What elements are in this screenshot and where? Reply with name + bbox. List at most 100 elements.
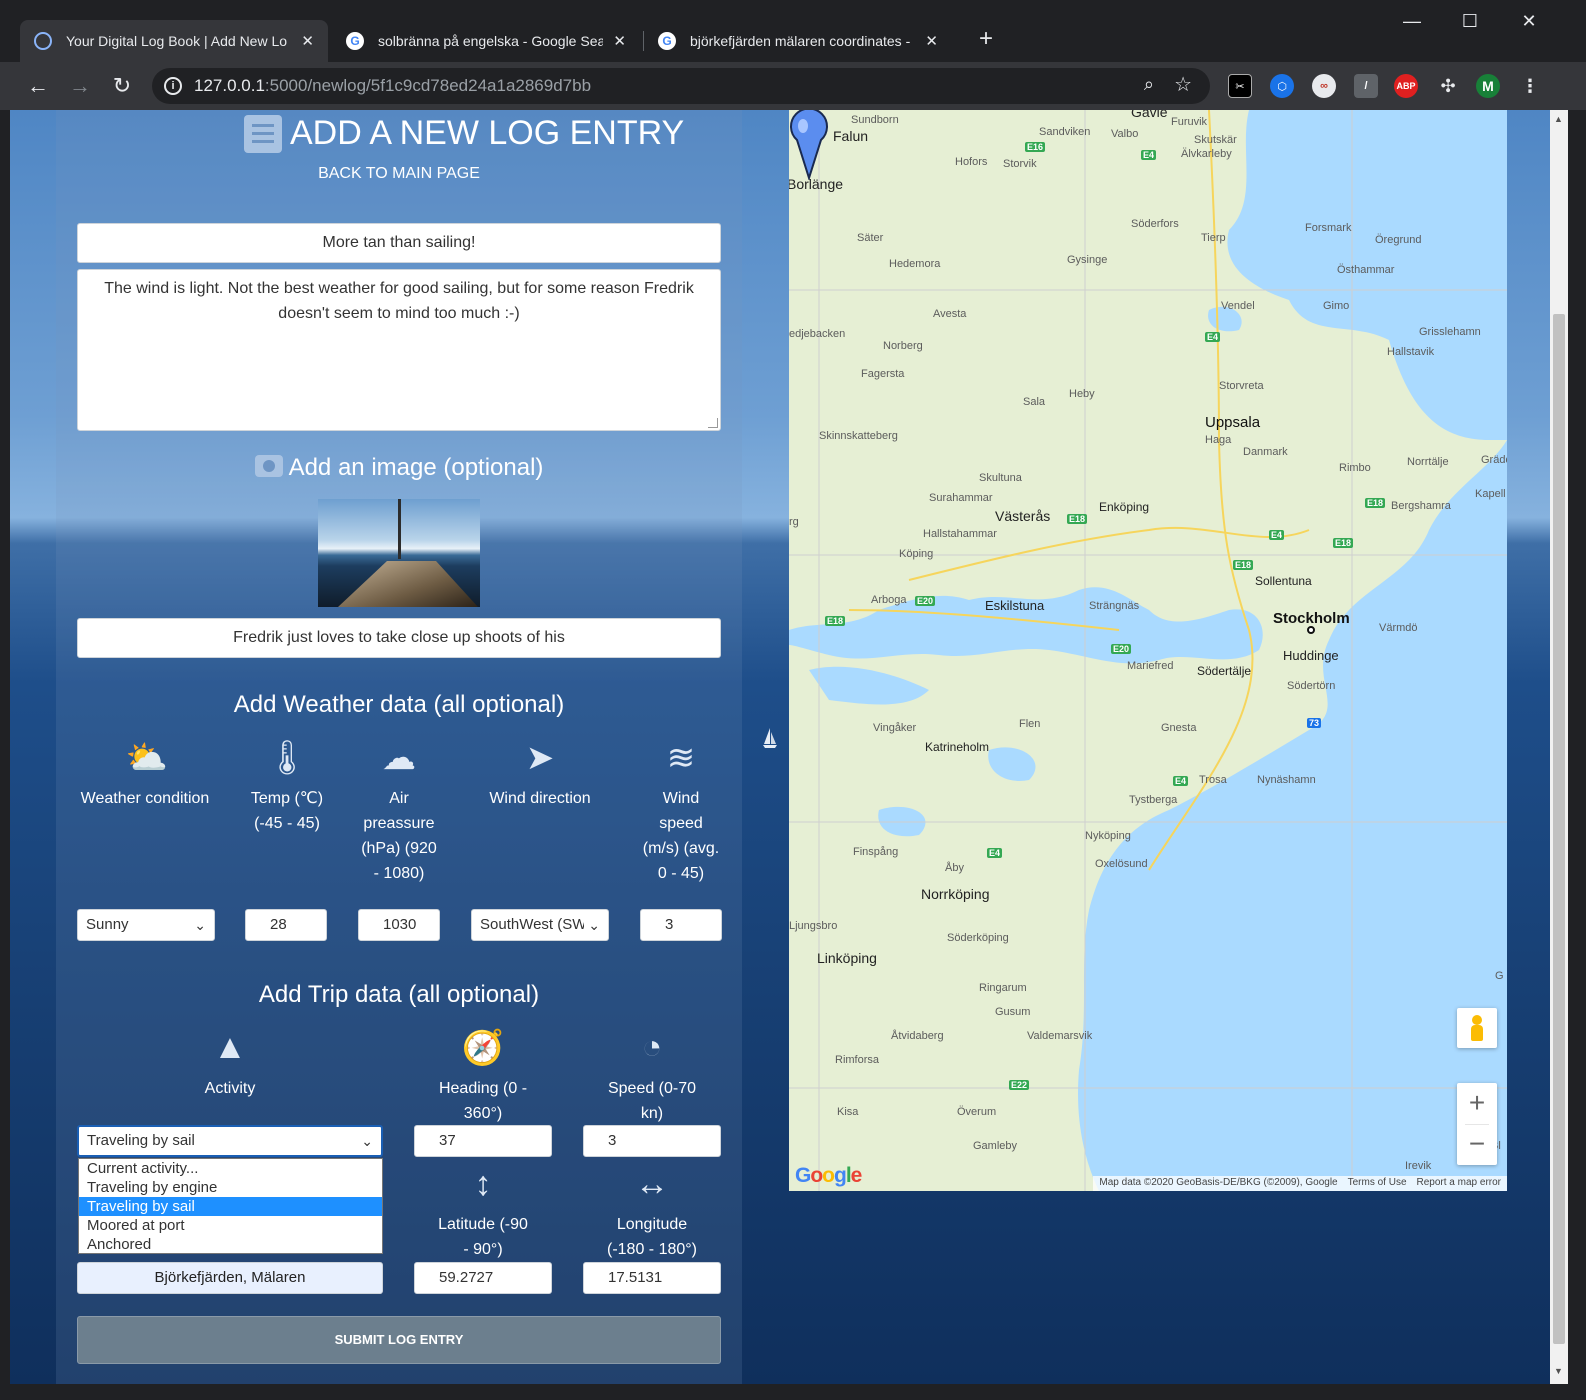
- heading-label: Heading (0 - 360°): [438, 1080, 528, 1122]
- map-label-oregrund: Öregrund: [1375, 234, 1422, 246]
- map-label-surahammar: Surahammar: [929, 492, 993, 504]
- uploaded-sailing-photo[interactable]: [318, 499, 480, 607]
- minimize-button[interactable]: —: [1383, 6, 1441, 36]
- tab-title: solbränna på engelska - Google Sea: [378, 33, 604, 49]
- map-label-enkoping: Enköping: [1099, 500, 1150, 514]
- activity-option[interactable]: Moored at port: [79, 1216, 382, 1235]
- heading-input[interactable]: 37: [414, 1125, 552, 1157]
- google-logo: Google: [795, 1164, 862, 1187]
- location-marker-icon[interactable]: [789, 110, 829, 180]
- map-label-irevik: Irevik: [1405, 1160, 1432, 1172]
- map-label-kisa: Kisa: [837, 1106, 859, 1118]
- reload-icon[interactable]: ↻: [108, 72, 136, 100]
- map-label-rimbo: Rimbo: [1339, 462, 1371, 474]
- activity-option[interactable]: Current activity...: [79, 1159, 382, 1178]
- zoom-in-button[interactable]: +: [1457, 1083, 1497, 1124]
- wind-speed-input[interactable]: 3: [640, 909, 722, 941]
- map-label-vasteras: Västerås: [995, 508, 1051, 524]
- bookmark-star-icon[interactable]: ☆: [1174, 72, 1192, 97]
- scrollbar-thumb[interactable]: [1553, 314, 1565, 1344]
- weather-condition-label: Weather condition: [80, 790, 210, 807]
- temp-input[interactable]: 28: [245, 909, 327, 941]
- air-pressure-input[interactable]: 1030: [358, 909, 440, 941]
- close-window-button[interactable]: ✕: [1500, 6, 1558, 36]
- address-bar[interactable]: i 127.0.0.1:5000/newlog/5f1c9cd78ed24a1a…: [152, 68, 1210, 104]
- close-tab-icon[interactable]: ✕: [301, 32, 314, 50]
- tab-google-search[interactable]: G solbränna på engelska - Google Sea ✕: [332, 20, 640, 62]
- weather-condition-select[interactable]: Sunny ⌄: [77, 909, 215, 941]
- zoom-magnifier-icon[interactable]: ⌕: [1144, 74, 1154, 95]
- map-label-bergshamra: Bergshamra: [1391, 500, 1451, 512]
- site-info-icon[interactable]: i: [164, 77, 182, 95]
- tab-add-new-log[interactable]: Your Digital Log Book | Add New Lo ✕: [20, 20, 328, 62]
- activity-option[interactable]: Anchored: [79, 1235, 382, 1254]
- temp-label: Temp (℃) (-45 - 45): [250, 790, 324, 832]
- speed-label: Speed (0-70 kn): [607, 1080, 697, 1122]
- road-sign-e4: E4: [1141, 150, 1157, 160]
- scroll-down-arrow-icon[interactable]: ▼: [1554, 1366, 1563, 1376]
- extension-cube-icon[interactable]: ⬡: [1270, 74, 1294, 98]
- tab-google-coordinates[interactable]: G björkefjärden mälaren coordinates - ✕: [644, 20, 952, 62]
- place-name-input[interactable]: Björkefjärden, Mälaren: [77, 1262, 383, 1294]
- road-sign-e18: E18: [1333, 538, 1354, 548]
- extension-pen-icon[interactable]: /: [1354, 74, 1378, 98]
- adblock-plus-icon[interactable]: ABP: [1394, 74, 1418, 98]
- terms-of-use-link[interactable]: Terms of Use: [1348, 1177, 1407, 1190]
- activity-select[interactable]: Traveling by sail ⌄: [77, 1125, 383, 1157]
- map-label-huddinge: Huddinge: [1283, 648, 1339, 663]
- map-label-gamleby: Gamleby: [973, 1140, 1018, 1152]
- map-label-katrineholm: Katrineholm: [925, 740, 990, 754]
- map-label-skinnskatteberg: Skinnskatteberg: [819, 430, 898, 442]
- submit-log-entry-button[interactable]: SUBMIT LOG ENTRY: [77, 1316, 721, 1364]
- google-map[interactable]: Falun Sundborn Sandviken Valbo Gävle Fur…: [789, 110, 1507, 1191]
- chevron-down-icon: ⌄: [584, 910, 600, 940]
- road-sign-73: 73: [1307, 718, 1322, 728]
- map-label-rimforsa: Rimforsa: [835, 1054, 880, 1066]
- extension-glasses-icon[interactable]: ∞: [1312, 74, 1336, 98]
- close-tab-icon[interactable]: ✕: [925, 32, 938, 50]
- map-label-vingaker: Vingåker: [873, 722, 917, 734]
- scroll-up-arrow-icon[interactable]: ▲: [1554, 114, 1563, 124]
- activity-dropdown-list[interactable]: Current activity... Traveling by engine …: [78, 1158, 383, 1254]
- stockholm-city-dot: [1307, 626, 1315, 634]
- maximize-button[interactable]: ☐: [1441, 6, 1499, 36]
- activity-option[interactable]: Traveling by engine: [79, 1178, 382, 1197]
- activity-option-selected[interactable]: Traveling by sail: [79, 1197, 382, 1216]
- report-map-error-link[interactable]: Report a map error: [1417, 1177, 1501, 1190]
- map-label-norrkoping: Norrköping: [921, 886, 990, 902]
- profile-avatar[interactable]: M: [1476, 74, 1500, 98]
- longitude-input[interactable]: 17.5131: [583, 1262, 721, 1294]
- map-label-gavle: Gävle: [1131, 110, 1168, 120]
- street-view-pegman-icon[interactable]: [1457, 1008, 1497, 1048]
- paper-plane-icon: ➤: [525, 739, 555, 777]
- road-sign-e4: E4: [1173, 776, 1189, 786]
- map-label-sandviken: Sandviken: [1039, 126, 1091, 138]
- forward-arrow-icon[interactable]: →: [66, 72, 94, 100]
- map-label-overum: Överum: [957, 1106, 997, 1118]
- back-to-main-link[interactable]: BACK TO MAIN PAGE: [56, 165, 742, 183]
- log-description-textarea[interactable]: The wind is light. Not the best weather …: [77, 269, 721, 431]
- close-tab-icon[interactable]: ✕: [613, 32, 626, 50]
- map-label-linkoping: Linköping: [817, 950, 877, 966]
- extension-crop-icon[interactable]: ✂: [1228, 74, 1252, 98]
- map-label-gusum: Gusum: [995, 1006, 1031, 1018]
- browser-menu-icon[interactable]: ⋮: [1518, 74, 1542, 98]
- new-tab-button[interactable]: +: [972, 26, 1000, 54]
- latitude-input[interactable]: 59.2727: [414, 1262, 552, 1294]
- map-label-aby: Åby: [945, 862, 964, 874]
- map-label-haga: Haga: [1205, 434, 1232, 446]
- resize-handle-icon[interactable]: [708, 418, 718, 428]
- back-arrow-icon[interactable]: ←: [24, 72, 52, 100]
- chevron-down-icon: ⌄: [190, 910, 206, 940]
- log-title-input[interactable]: More tan than sailing!: [77, 223, 721, 263]
- zoom-out-button[interactable]: −: [1457, 1124, 1497, 1165]
- road-sign-e4: E4: [987, 848, 1003, 858]
- photo-deck: [338, 561, 478, 607]
- page-scrollbar[interactable]: ▲ ▼: [1550, 110, 1568, 1384]
- image-caption-input[interactable]: Fredrik just loves to take close up shoo…: [77, 618, 721, 658]
- map-label-eskilstuna: Eskilstuna: [985, 598, 1045, 613]
- wind-direction-select[interactable]: SouthWest (SW ⌄: [471, 909, 609, 941]
- extensions-puzzle-icon[interactable]: ✣: [1436, 74, 1460, 98]
- map-label-ringarum: Ringarum: [979, 982, 1027, 994]
- speed-input[interactable]: 3: [583, 1125, 721, 1157]
